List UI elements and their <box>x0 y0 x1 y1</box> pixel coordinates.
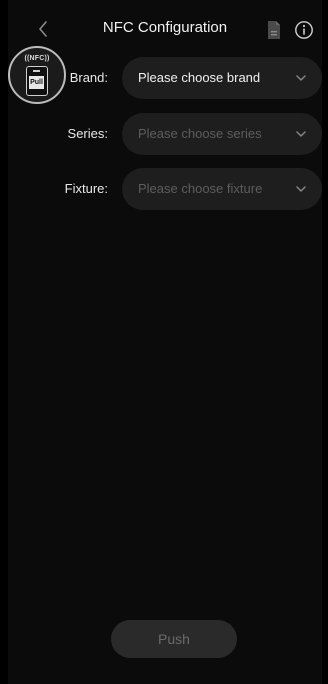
info-icon <box>295 21 313 39</box>
fixture-label: Fixture: <box>64 181 108 196</box>
series-label: Series: <box>67 126 108 141</box>
nfc-configuration-screen: NFC Configuration ((NFC)) Pull Brand: Pl… <box>8 0 322 684</box>
fixture-select-placeholder: Please choose fixture <box>138 181 263 196</box>
series-select-placeholder: Please choose series <box>138 126 262 141</box>
fixture-row: Fixture: Please choose fixture <box>8 168 322 210</box>
series-select[interactable]: Please choose series <box>122 113 322 155</box>
chevron-down-icon <box>296 131 306 137</box>
push-button[interactable]: Push <box>111 620 237 658</box>
document-button[interactable] <box>265 20 283 40</box>
brand-label: Brand: <box>69 70 108 85</box>
series-row: Series: Please choose series <box>8 113 322 155</box>
brand-row: Brand: Please choose brand <box>8 57 322 99</box>
chevron-down-icon <box>296 75 306 81</box>
chevron-down-icon <box>296 186 306 192</box>
chevron-left-icon <box>39 21 47 37</box>
brand-select[interactable]: Please choose brand <box>122 57 322 99</box>
back-button[interactable] <box>32 18 54 40</box>
document-icon <box>268 21 280 39</box>
brand-select-value: Please choose brand <box>138 70 261 85</box>
info-button[interactable] <box>294 20 314 40</box>
fixture-select[interactable]: Please choose fixture <box>122 168 322 210</box>
header-bar: NFC Configuration <box>8 0 322 60</box>
